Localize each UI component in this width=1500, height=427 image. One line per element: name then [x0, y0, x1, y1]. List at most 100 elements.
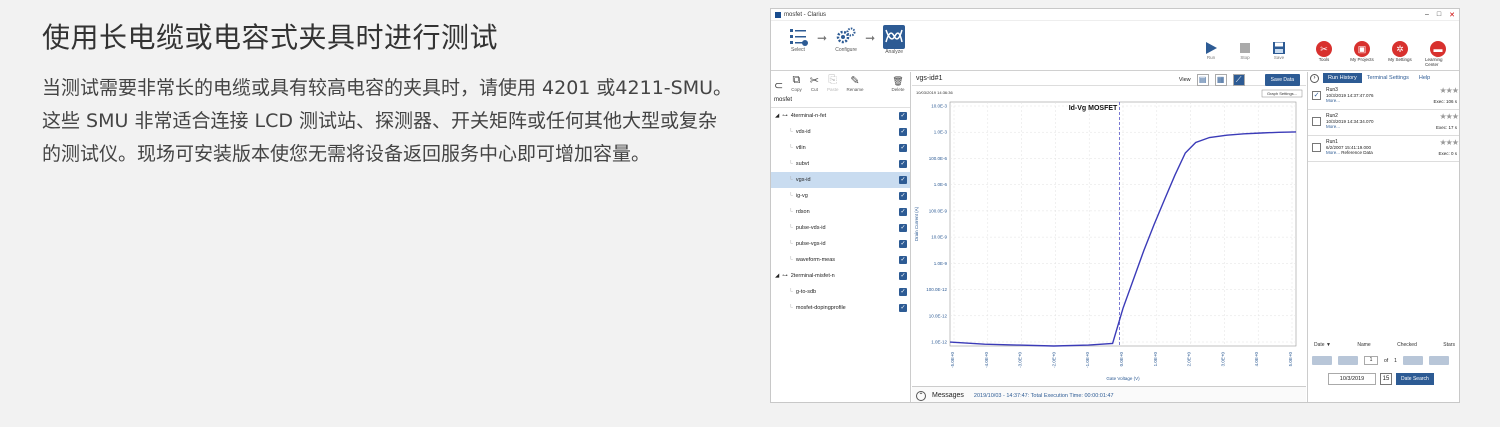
more-link[interactable]: More... — [1326, 124, 1340, 129]
delete-button[interactable]: 🗑 Delete — [891, 76, 904, 92]
chevron-right-icon[interactable]: › — [1310, 73, 1319, 83]
tree-item-checkbox[interactable]: ✓ — [899, 208, 907, 216]
first-page-button[interactable] — [1312, 356, 1332, 365]
y-tick-label: 100.0E-12 — [926, 287, 947, 292]
next-page-button[interactable] — [1402, 356, 1423, 365]
graph-view-icon[interactable]: ⟋ — [1232, 74, 1245, 86]
run-history-item[interactable]: Run2 10/3/2019 14:34:34.070 More... ★★★ Exe… — [1308, 110, 1459, 136]
sort-name-header[interactable]: Name — [1357, 342, 1370, 348]
tree-test-row[interactable]: └ pulse-vds-id ✓ — [771, 220, 910, 236]
tree-item-checkbox[interactable]: ✓ — [899, 288, 907, 296]
page-input[interactable]: 1 — [1364, 356, 1378, 365]
my-settings-label: My Settings — [1388, 57, 1412, 62]
expand-triangle-icon[interactable]: ◢ — [775, 113, 779, 119]
tree-connector-icon: └ — [789, 305, 793, 311]
list-icon — [790, 29, 808, 46]
prev-page-button[interactable] — [1338, 356, 1358, 365]
collapse-panel-button[interactable]: ⊂ — [774, 79, 783, 92]
sort-date-header[interactable]: Date ▼ — [1314, 342, 1331, 348]
save-data-button[interactable]: Save Data — [1264, 74, 1300, 86]
tree-item-label: vtlin — [795, 145, 806, 151]
scissors-icon: ✂ — [809, 75, 819, 87]
tree-item-checkbox[interactable]: ✓ — [899, 304, 907, 312]
run-history-item[interactable]: ✓ Run3 10/3/2019 14:37:47.076 More... ★★★ Ex… — [1308, 84, 1459, 110]
maximize-button[interactable]: □ — [1437, 11, 1441, 19]
sort-stars-header[interactable]: Stars — [1443, 342, 1455, 348]
tree-test-row[interactable]: └ mosfet-dopingprofile ✓ — [771, 300, 910, 316]
tree-item-checkbox[interactable]: ✓ — [899, 176, 907, 184]
tree-folder-row[interactable]: ◢ ⊶ 4terminal-n-fet ✓ — [771, 108, 910, 124]
tree-test-row[interactable]: └ vtlin ✓ — [771, 140, 910, 156]
stop-button[interactable]: Stop — [1235, 41, 1255, 60]
right-tabs: › Run History Terminal Settings Help — [1308, 72, 1459, 84]
copy-button[interactable]: ⧉ Copy — [791, 74, 802, 92]
select-step-label: Select — [791, 47, 805, 53]
tree-item-checkbox[interactable]: ✓ — [899, 112, 907, 120]
close-button[interactable]: ✕ — [1449, 11, 1455, 19]
tab-help[interactable]: Help — [1414, 73, 1435, 83]
delete-label: Delete — [891, 87, 905, 92]
tools-label: Tools — [1318, 57, 1330, 62]
main-toolbar: Select ➞ Configure ➞ Analyze Run Stop Sa… — [771, 21, 1459, 71]
run-checkbox[interactable] — [1312, 117, 1321, 126]
tree-test-row[interactable]: └ pulse-vgs-id ✓ — [771, 236, 910, 252]
tree-test-row[interactable]: └ ig-vg ✓ — [771, 188, 910, 204]
table-view-icon[interactable]: ▦ — [1214, 74, 1227, 86]
tree-item-checkbox[interactable]: ✓ — [899, 144, 907, 152]
sort-checked-header[interactable]: Checked — [1397, 342, 1417, 348]
tree-connector-icon: └ — [789, 209, 793, 215]
tree-folder-row[interactable]: ◢ ⊶ 2terminal-misfet-n ✓ — [771, 268, 910, 284]
star-rating[interactable]: ★★★ — [1439, 86, 1458, 95]
more-link[interactable]: More... — [1326, 98, 1340, 103]
tree-item-checkbox[interactable]: ✓ — [899, 128, 907, 136]
save-button[interactable]: Save — [1269, 41, 1289, 60]
run-checkbox[interactable]: ✓ — [1312, 91, 1321, 100]
star-rating[interactable]: ★★★ — [1439, 138, 1458, 147]
tree-item-checkbox[interactable]: ✓ — [899, 160, 907, 168]
tab-run-history[interactable]: Run History — [1323, 73, 1362, 83]
select-step-button[interactable]: Select — [783, 25, 813, 53]
tree-item-checkbox[interactable]: ✓ — [899, 272, 907, 280]
y-tick-label: 1.0E-12 — [931, 340, 947, 345]
graph-panel: vgs-id#1 View ▤ ▦ ⟋ Save Data 10.0E-3 1.0… — [912, 72, 1306, 402]
test-name: vgs-id#1 — [916, 75, 943, 82]
tree-test-row[interactable]: └ vds-id ✓ — [771, 124, 910, 140]
tree-item-checkbox[interactable]: ✓ — [899, 256, 907, 264]
calendar-icon[interactable]: 15 — [1380, 373, 1392, 385]
tree-test-row[interactable]: └ vgs-id ✓ — [771, 172, 910, 188]
analyze-step-button[interactable]: Analyze — [879, 25, 909, 55]
run-button[interactable]: Run — [1201, 41, 1221, 60]
expand-triangle-icon[interactable]: ◢ — [775, 273, 779, 279]
configure-step-button[interactable]: Configure — [831, 25, 861, 53]
save-icon — [1273, 42, 1285, 54]
tree-test-row[interactable]: └ g-to-sdb ✓ — [771, 284, 910, 300]
tree-item-checkbox[interactable]: ✓ — [899, 192, 907, 200]
date-input[interactable]: 10/3/2019 — [1328, 373, 1376, 385]
run-checkbox[interactable] — [1312, 143, 1321, 152]
analyze-icon — [883, 25, 906, 49]
my-projects-button[interactable]: ▣ My Projects — [1349, 41, 1375, 67]
tree-test-row[interactable]: └ subvt ✓ — [771, 156, 910, 172]
run-note: Reference Data — [1341, 150, 1373, 155]
learning-center-button[interactable]: ▬ Learning Center — [1425, 41, 1451, 67]
star-rating[interactable]: ★★★ — [1439, 112, 1458, 121]
tree-test-row[interactable]: └ waveform-meas ✓ — [771, 252, 910, 268]
paste-button[interactable]: ⎘ Paste — [827, 74, 839, 92]
tools-button[interactable]: ✂ Tools — [1311, 41, 1337, 67]
tree-item-checkbox[interactable]: ✓ — [899, 240, 907, 248]
tree-test-row[interactable]: └ rdson ✓ — [771, 204, 910, 220]
date-search-button[interactable]: Date Search — [1396, 373, 1434, 385]
sheet-view-icon[interactable]: ▤ — [1196, 74, 1209, 86]
expand-messages-icon[interactable]: ⌃ — [916, 390, 926, 401]
rename-button[interactable]: ✎ Rename — [846, 74, 863, 92]
tree-item-checkbox[interactable]: ✓ — [899, 224, 907, 232]
minimize-button[interactable]: – — [1425, 11, 1429, 19]
last-page-button[interactable] — [1428, 356, 1449, 365]
stop-icon — [1240, 43, 1250, 53]
tab-terminal-settings[interactable]: Terminal Settings — [1362, 73, 1414, 83]
my-settings-button[interactable]: ✲ My Settings — [1387, 41, 1413, 67]
tree-item-label: vgs-id — [795, 177, 811, 183]
more-link[interactable]: More... — [1326, 150, 1340, 155]
cut-button[interactable]: ✂ Cut — [810, 74, 819, 92]
run-history-item[interactable]: Run1 6/2/2007 15:41:19.000 More... Referen… — [1308, 136, 1459, 162]
